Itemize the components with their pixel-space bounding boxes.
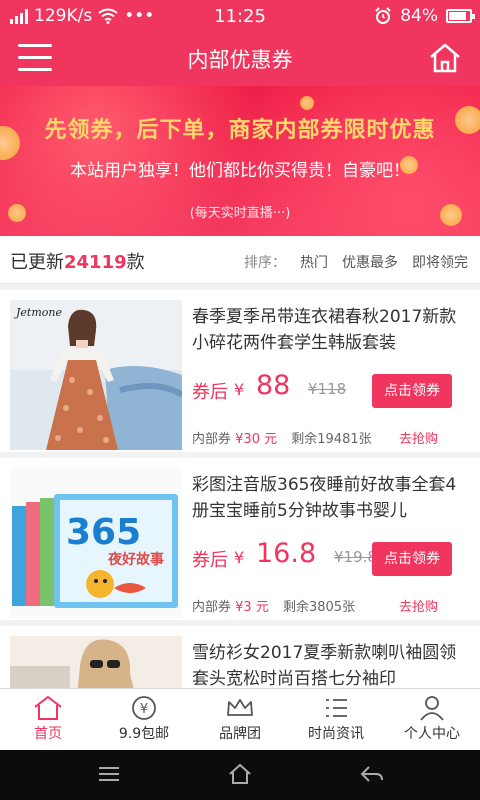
battery-percent: 84% <box>400 6 438 26</box>
list-icon <box>326 699 347 717</box>
coupon-info: 内部券 ¥30 元 <box>192 432 278 447</box>
bottom-tab-bar: 首页 ¥ 9.9包邮 品牌团 时尚资讯 个人中心 <box>0 688 480 750</box>
tab-label: 个人中心 <box>404 726 460 742</box>
battery-icon <box>446 9 475 23</box>
home-icon[interactable] <box>228 763 252 785</box>
coupon-info: 内部券 ¥3 元 <box>192 600 269 615</box>
sort-option-discount[interactable]: 优惠最多 <box>342 252 398 272</box>
menu-icon[interactable] <box>98 766 120 782</box>
remaining-count: 剩余19481张 <box>291 432 372 447</box>
after-coupon-label: 券后 <box>192 550 228 571</box>
tab-free-shipping[interactable]: ¥ 9.9包邮 <box>96 689 192 750</box>
count-number: 24119 <box>64 252 127 273</box>
book-cover-subtitle: 夜好故事 <box>107 551 164 568</box>
original-price: ¥118 <box>308 380 347 398</box>
original-price: ¥19.8 <box>334 548 377 566</box>
system-nav-bar <box>0 750 480 800</box>
product-image[interactable]: 365 夜好故事 <box>10 468 182 618</box>
back-icon[interactable] <box>360 765 384 783</box>
tab-brand[interactable]: 品牌团 <box>192 689 288 750</box>
coupon-price: 88 <box>256 370 291 401</box>
tab-profile[interactable]: 个人中心 <box>384 689 480 750</box>
product-card[interactable]: 365 夜好故事 彩图注音版365夜睡前好故事全套4册宝宝睡前5分钟故事书婴儿 … <box>0 458 480 620</box>
sort-option-ending[interactable]: 即将领完 <box>412 252 468 272</box>
tab-label: 9.9包邮 <box>118 726 170 742</box>
update-count: 已更新24119款 <box>10 252 145 273</box>
product-card[interactable]: Jetmone 春季夏季吊带连衣裙春秋2017新款小碎花两件套学生韩版套装 券后… <box>0 290 480 452</box>
get-coupon-button[interactable]: 点击领券 <box>372 542 452 576</box>
sort-bar: 已更新24119款 排序： 热门 优惠最多 即将领完 <box>0 236 480 284</box>
promo-banner[interactable]: 先领券，后下单，商家内部券限时优惠 本站用户独享！他们都比你买得贵！自豪吧！ (… <box>0 86 480 236</box>
tab-label: 首页 <box>34 726 62 742</box>
brand-logo: Jetmone <box>14 306 62 319</box>
buy-now-link[interactable]: 去抢购 <box>399 596 438 615</box>
crown-icon <box>227 699 253 716</box>
yen-coin-icon: ¥ <box>132 696 156 720</box>
status-bar: 129K/s ••• 11:25 84% <box>0 0 480 32</box>
product-title[interactable]: 雪纺衫女2017夏季新款喇叭袖圆领套头宽松时尚百搭七分袖印 <box>192 640 462 688</box>
after-coupon-label: 券后 <box>192 382 228 403</box>
page-title: 内部优惠券 <box>187 48 293 72</box>
product-image[interactable]: Jetmone <box>10 300 182 450</box>
coin-decoration <box>300 96 314 110</box>
currency-symbol: ¥ <box>234 548 245 567</box>
get-coupon-button[interactable]: 点击领券 <box>372 374 452 408</box>
tab-home[interactable]: 首页 <box>0 689 96 750</box>
home-icon <box>34 695 62 720</box>
buy-now-link[interactable]: 去抢购 <box>399 428 438 447</box>
tab-fashion-news[interactable]: 时尚资讯 <box>288 689 384 750</box>
alarm-icon <box>375 7 391 24</box>
banner-live-note: (每天实时直播···) <box>189 206 291 221</box>
remaining-count: 剩余3805张 <box>282 600 356 615</box>
sort-label: 排序： <box>244 255 286 271</box>
book-cover-title: 365 <box>66 512 141 553</box>
banner-subtitle: 本站用户独享！他们都比你买得贵！自豪吧！ <box>70 161 410 181</box>
coupon-price: 16.8 <box>256 538 317 569</box>
tab-label: 时尚资讯 <box>308 726 364 742</box>
product-title[interactable]: 彩图注音版365夜睡前好故事全套4册宝宝睡前5分钟故事书婴儿 <box>192 472 462 524</box>
product-title[interactable]: 春季夏季吊带连衣裙春秋2017新款小碎花两件套学生韩版套装 <box>192 304 462 356</box>
product-image[interactable] <box>10 636 182 688</box>
sort-option-hot[interactable]: 热门 <box>300 252 328 272</box>
currency-symbol: ¥ <box>234 380 245 399</box>
svg-text:¥: ¥ <box>140 702 148 717</box>
tab-label: 品牌团 <box>219 726 261 742</box>
banner-headline: 先领券，后下单，商家内部券限时优惠 <box>44 118 436 143</box>
home-icon[interactable] <box>428 42 462 74</box>
user-icon <box>420 696 444 721</box>
product-card[interactable]: 雪纺衫女2017夏季新款喇叭袖圆领套头宽松时尚百搭七分袖印 <box>0 626 480 688</box>
top-nav: 内部优惠券 <box>0 32 480 86</box>
